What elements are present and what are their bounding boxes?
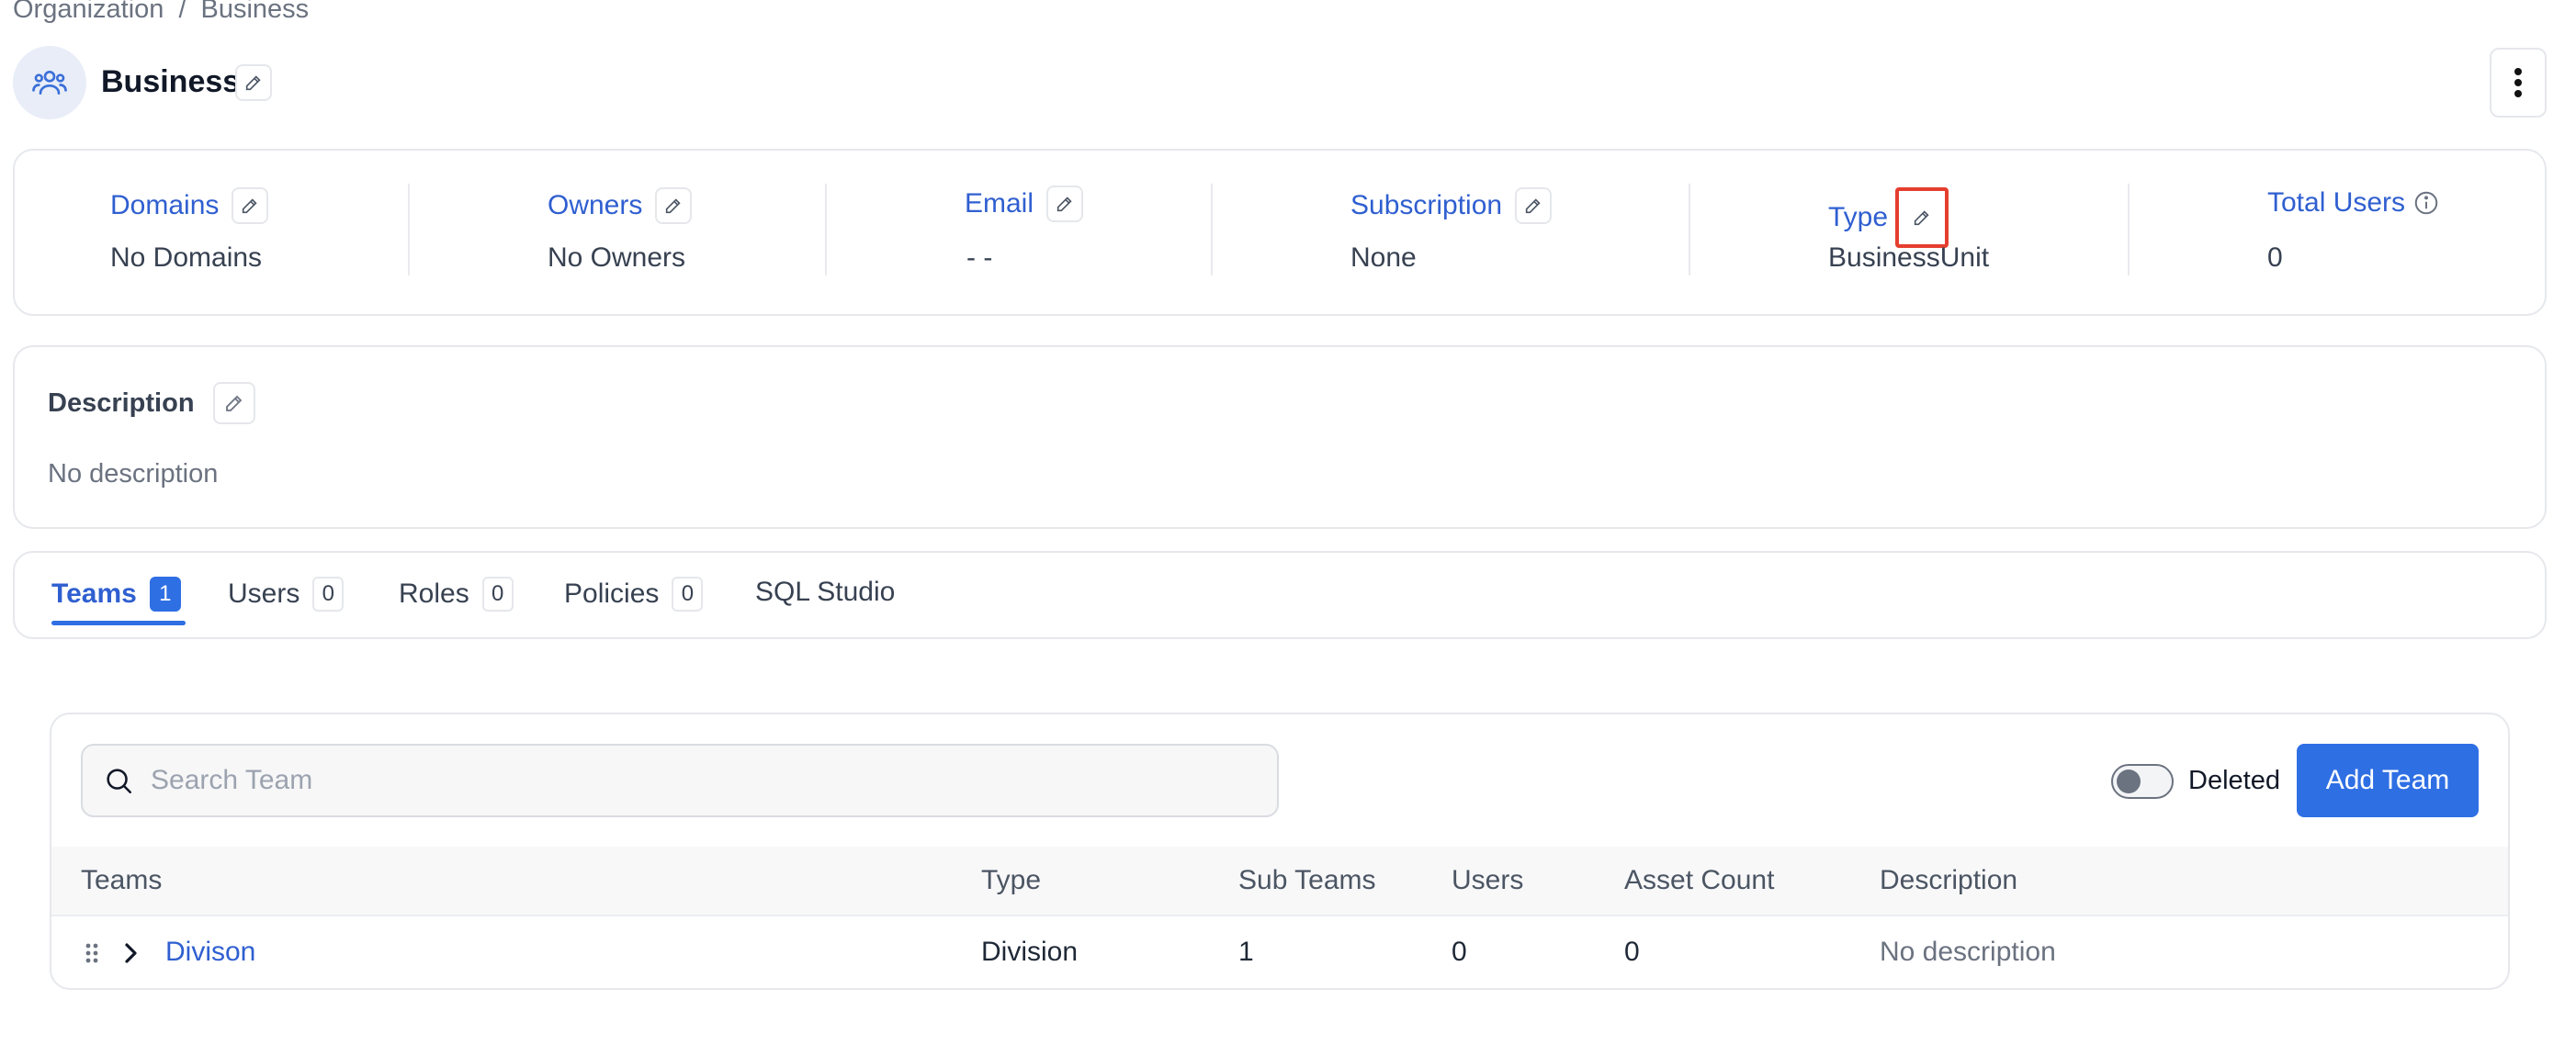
column-header-description[interactable]: Description — [1880, 865, 2017, 896]
team-avatar — [13, 46, 86, 119]
info-icon[interactable] — [2412, 189, 2440, 217]
stat-domains-label-row: Domains — [110, 187, 269, 224]
team-users-cell: 0 — [1452, 937, 1467, 967]
stat-owners-value: No Owners — [548, 242, 686, 273]
stat-email-label: Email — [965, 188, 1034, 219]
stat-subscription-label-row: Subscription — [1350, 187, 1553, 224]
edit-subscription-button[interactable] — [1515, 187, 1553, 224]
breadcrumb-parent[interactable]: Organization — [13, 0, 164, 25]
edit-domains-button[interactable] — [232, 187, 269, 224]
divider — [1211, 184, 1213, 275]
column-header-type[interactable]: Type — [981, 865, 1041, 896]
stat-type-value: BusinessUnit — [1828, 242, 1990, 273]
toggle-knob — [2117, 770, 2141, 793]
divider — [408, 184, 410, 275]
users-icon — [32, 71, 67, 95]
deleted-toggle-label: Deleted — [2188, 766, 2280, 795]
edit-type-button[interactable] — [1895, 187, 1949, 248]
stat-type-label: Type — [1828, 202, 1889, 232]
stat-domains-value: No Domains — [110, 242, 263, 273]
deleted-toggle[interactable] — [2111, 764, 2174, 799]
info-card — [13, 149, 2547, 316]
tab-roles-label: Roles — [399, 579, 469, 609]
stat-subscription-label: Subscription — [1350, 190, 1503, 220]
pencil-icon — [1525, 198, 1541, 214]
pencil-icon — [666, 198, 681, 214]
tab-policies-label: Policies — [564, 579, 660, 609]
breadcrumb-current: Business — [200, 0, 310, 24]
description-text: No description — [48, 459, 219, 489]
tab-users-count: 0 — [312, 577, 345, 612]
edit-type-box — [1904, 199, 1941, 236]
more-options-button[interactable] — [2490, 48, 2547, 118]
stat-owners-label: Owners — [548, 190, 643, 220]
description-card — [13, 345, 2547, 529]
team-description-cell: No description — [1880, 937, 2056, 967]
team-type-cell: Division — [981, 937, 1079, 967]
search-team-field[interactable] — [81, 744, 1279, 817]
pencil-icon — [1914, 210, 1929, 226]
column-header-teams[interactable]: Teams — [81, 865, 162, 896]
stat-total-users-value: 0 — [2267, 242, 2283, 273]
team-name-link[interactable]: Divison — [165, 937, 255, 968]
tab-roles[interactable]: Roles 0 — [399, 577, 514, 612]
tab-users-label: Users — [228, 579, 300, 609]
team-asset-count-cell: 0 — [1624, 937, 1640, 967]
column-header-users[interactable]: Users — [1452, 865, 1523, 896]
breadcrumb-separator: / — [178, 0, 186, 24]
pencil-icon — [225, 395, 242, 411]
tab-teams-count: 1 — [149, 577, 181, 612]
tab-teams[interactable]: Teams 1 — [51, 577, 181, 612]
tab-sql-studio-label: SQL Studio — [755, 577, 896, 607]
search-team-input[interactable] — [151, 765, 1161, 796]
tab-users[interactable]: Users 0 — [228, 577, 345, 612]
team-sub-teams-cell: 1 — [1238, 937, 1254, 967]
active-tab-indicator — [51, 621, 186, 625]
stat-email-value: - - — [966, 242, 993, 273]
page-title: Business — [101, 64, 241, 99]
divider — [825, 184, 827, 275]
breadcrumb: Organization / Business — [13, 0, 309, 25]
vertical-dots-icon — [2514, 68, 2522, 97]
pencil-icon — [243, 198, 257, 214]
column-header-sub-teams[interactable]: Sub Teams — [1238, 865, 1376, 896]
divider — [1689, 184, 1690, 275]
edit-email-button[interactable] — [1046, 185, 1084, 222]
table-row — [51, 916, 2508, 988]
drag-handle-icon[interactable] — [85, 942, 99, 964]
pencil-icon — [245, 75, 261, 91]
stat-total-users-label-row: Total Users — [2267, 187, 2440, 219]
tab-sql-studio[interactable]: SQL Studio — [755, 577, 895, 608]
edit-description-button[interactable] — [212, 382, 255, 424]
stat-domains-label: Domains — [110, 190, 220, 220]
stat-subscription-value: None — [1350, 242, 1417, 273]
stat-email-label-row: Email — [965, 185, 1084, 222]
tab-roles-count: 0 — [481, 577, 514, 612]
stat-owners-label-row: Owners — [548, 187, 693, 224]
search-icon — [107, 769, 132, 794]
chevron-right-icon[interactable] — [121, 940, 140, 966]
stat-total-users-label: Total Users — [2267, 187, 2406, 218]
tab-policies-count: 0 — [672, 577, 704, 612]
pencil-icon — [1056, 197, 1072, 212]
stat-type-label-row: Type — [1828, 187, 1949, 248]
description-header: Description — [48, 382, 255, 424]
tab-teams-label: Teams — [51, 579, 137, 609]
edit-owners-button[interactable] — [655, 187, 693, 224]
add-team-button[interactable]: Add Team — [2297, 744, 2479, 817]
description-title: Description — [48, 388, 195, 418]
divider — [2128, 184, 2130, 275]
tab-policies[interactable]: Policies 0 — [564, 577, 704, 612]
tabs-card — [13, 551, 2547, 639]
column-header-asset-count[interactable]: Asset Count — [1624, 865, 1774, 896]
edit-title-button[interactable] — [235, 64, 272, 101]
